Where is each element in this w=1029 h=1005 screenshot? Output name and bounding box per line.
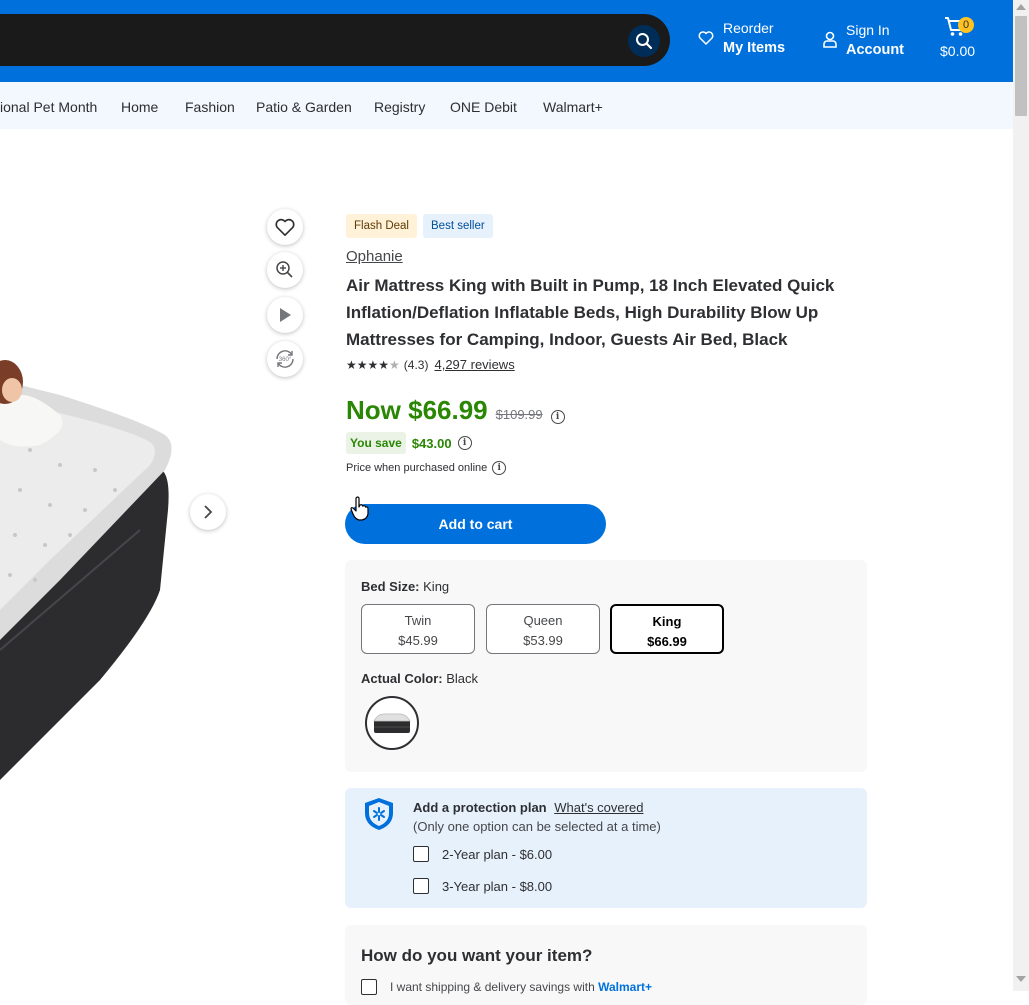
my-items-label: My Items bbox=[723, 40, 786, 56]
reviews-link[interactable]: 4,297 reviews bbox=[434, 357, 514, 372]
plan-label: 3-Year plan - $8.00 bbox=[442, 878, 553, 894]
you-save-label: You save bbox=[346, 432, 406, 454]
nav-item-fashion[interactable]: Fashion bbox=[185, 99, 235, 115]
add-to-cart-button[interactable]: Add to cart bbox=[345, 504, 606, 544]
current-price: Now $66.99 bbox=[346, 395, 488, 425]
save-amount: $43.00 bbox=[411, 435, 452, 451]
star-rating-icon: ★★★★★ bbox=[346, 357, 400, 372]
reorder-my-items-link[interactable]: Reorder My Items bbox=[697, 18, 785, 58]
fulfillment-heading: How do you want your item? bbox=[361, 946, 593, 965]
savings-row: You save $43.00 i bbox=[346, 432, 472, 454]
savings-text: I want shipping & delivery savings with … bbox=[390, 980, 653, 994]
flash-deal-badge: Flash Deal bbox=[346, 214, 417, 238]
view-360-button[interactable]: 360° bbox=[267, 341, 303, 377]
product-image bbox=[0, 360, 172, 780]
scrollbar-thumb[interactable] bbox=[1015, 16, 1027, 116]
scroll-up-arrow-icon[interactable] bbox=[1016, 4, 1026, 10]
rating-value: (4.3) bbox=[403, 357, 429, 372]
online-price-text: Price when purchased online bbox=[346, 462, 488, 474]
size-name: Queen bbox=[523, 613, 563, 628]
plan-option-2-year[interactable]: 2-Year plan - $6.00 bbox=[413, 846, 552, 862]
bed-size-heading: Bed Size: King bbox=[361, 579, 450, 594]
nav-item-pet-month[interactable]: ional Pet Month bbox=[0, 99, 97, 115]
account-label: Account bbox=[846, 42, 904, 58]
cart-total: $0.00 bbox=[940, 43, 976, 59]
color-swatch-black[interactable] bbox=[365, 696, 419, 750]
walmart-plus-savings-option[interactable]: I want shipping & delivery savings with … bbox=[361, 979, 652, 995]
sign-in-label: Sign In bbox=[846, 22, 890, 38]
favorite-button[interactable] bbox=[267, 209, 303, 245]
search-icon bbox=[636, 33, 653, 50]
sign-in-account-link[interactable]: Sign In Account bbox=[822, 20, 904, 60]
plan-label: 2-Year plan - $6.00 bbox=[442, 846, 553, 862]
top-header: Reorder My Items Sign In Account 0 $0.00 bbox=[0, 0, 1013, 82]
color-heading: Actual Color: Black bbox=[361, 671, 479, 686]
size-name: King bbox=[652, 614, 682, 629]
svg-text:360°: 360° bbox=[279, 357, 292, 363]
product-title: Air Mattress King with Built in Pump, 18… bbox=[346, 276, 835, 349]
size-price: $66.99 bbox=[647, 634, 687, 649]
nav-item-one-debit[interactable]: ONE Debit bbox=[450, 99, 517, 115]
whats-covered-link[interactable]: What's covered bbox=[554, 800, 643, 815]
nav-item-walmart-plus[interactable]: Walmart+ bbox=[543, 99, 603, 115]
size-option-king[interactable]: King $66.99 bbox=[610, 604, 724, 654]
savings-checkbox[interactable] bbox=[361, 979, 377, 995]
size-price: $53.99 bbox=[523, 633, 563, 648]
user-icon bbox=[823, 31, 837, 48]
protection-plan-title: Add a protection plan What's covered bbox=[413, 800, 644, 815]
department-nav: ional Pet Month Home Fashion Patio & Gar… bbox=[0, 82, 1013, 129]
fulfillment-options-box: How do you want your item? I want shippi… bbox=[345, 925, 867, 1005]
plan-checkbox[interactable] bbox=[413, 878, 429, 894]
savings-info-icon[interactable]: i bbox=[457, 436, 472, 450]
play-icon bbox=[280, 308, 291, 322]
nav-item-registry[interactable]: Registry bbox=[374, 99, 425, 115]
best-seller-badge: Best seller bbox=[423, 214, 493, 238]
zoom-in-icon bbox=[276, 261, 293, 278]
brand-link[interactable]: Ophanie bbox=[346, 248, 403, 265]
cart-count-badge: 0 bbox=[958, 17, 974, 33]
protection-plan-box: Add a protection plan What's covered (On… bbox=[345, 788, 867, 908]
reorder-label: Reorder bbox=[723, 20, 774, 36]
size-price: $45.99 bbox=[398, 633, 438, 648]
video-button[interactable] bbox=[267, 297, 303, 333]
nav-item-home[interactable]: Home bbox=[121, 99, 158, 115]
shield-icon bbox=[365, 798, 393, 830]
hand-cursor-icon bbox=[350, 496, 369, 521]
heart-icon bbox=[698, 31, 714, 45]
was-price: $109.99 bbox=[495, 407, 543, 422]
online-price-info-icon[interactable]: i bbox=[492, 461, 507, 475]
next-image-button[interactable] bbox=[190, 494, 226, 530]
price-info-icon[interactable]: i bbox=[550, 410, 565, 424]
rotate-360-icon: 360° bbox=[276, 350, 294, 368]
size-name: Twin bbox=[404, 613, 432, 628]
scroll-down-arrow-icon[interactable] bbox=[1016, 976, 1026, 982]
page-scrollbar[interactable] bbox=[1013, 0, 1029, 991]
size-option-twin[interactable]: Twin $45.99 bbox=[361, 604, 475, 654]
zoom-button[interactable] bbox=[267, 252, 303, 288]
protection-plan-note: (Only one option can be selected at a ti… bbox=[413, 819, 661, 834]
nav-item-patio-garden[interactable]: Patio & Garden bbox=[256, 99, 352, 115]
mattress-thumbnail bbox=[373, 713, 411, 733]
plan-option-3-year[interactable]: 3-Year plan - $8.00 bbox=[413, 878, 552, 894]
search-input[interactable] bbox=[0, 14, 670, 66]
variant-selector: Bed Size: King Twin $45.99 Queen $53.99 … bbox=[345, 560, 867, 772]
price-row: Now $66.99 $109.99 i bbox=[346, 395, 565, 426]
search-button[interactable] bbox=[628, 25, 660, 57]
heart-icon bbox=[275, 218, 295, 236]
chevron-right-icon bbox=[204, 505, 213, 519]
plan-checkbox[interactable] bbox=[413, 846, 429, 862]
size-option-queen[interactable]: Queen $53.99 bbox=[486, 604, 600, 654]
online-price-note: Price when purchased online i bbox=[346, 461, 507, 475]
rating-row: ★★★★★ (4.3) 4,297 reviews bbox=[346, 357, 515, 372]
